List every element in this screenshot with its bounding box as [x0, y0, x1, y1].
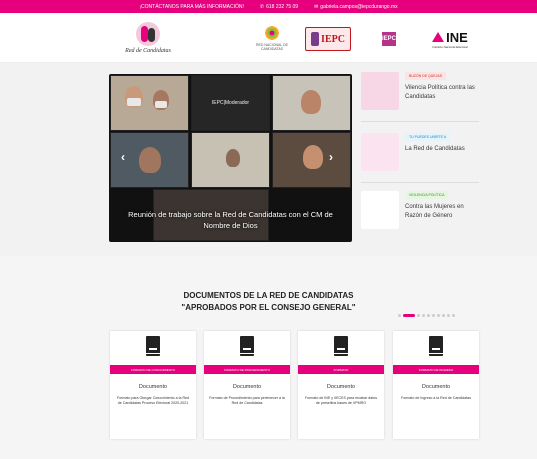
- iepc-logo[interactable]: IEPC: [305, 27, 351, 51]
- card-type[interactable]: Documento: [204, 384, 290, 390]
- chevron-right-icon[interactable]: ›: [329, 150, 333, 164]
- video-tile: [110, 75, 189, 131]
- contact-label: ¡CONTÁCTANOS PARA MÁS INFORMACIÓN!: [139, 3, 244, 10]
- news-title[interactable]: La Red de Candidatas: [405, 145, 479, 154]
- phone-icon: ✆: [259, 3, 265, 10]
- card-description: Formato para Otorgar Conocimiento a la R…: [116, 396, 190, 405]
- card-category: FORMATO DE PROCEDIMIENTO: [204, 365, 290, 374]
- news-thumbnail[interactable]: [361, 133, 399, 171]
- news-title[interactable]: Vilencia Política contra las Candidatas: [405, 84, 479, 102]
- phone-link[interactable]: ✆ 618 232 75 09: [260, 4, 298, 10]
- news-thumbnail[interactable]: [361, 72, 399, 110]
- flower-icon: [264, 24, 280, 41]
- book-icon: [240, 336, 254, 356]
- pager-dot[interactable]: [437, 314, 440, 317]
- pager-dot[interactable]: [422, 314, 425, 317]
- book-icon: [334, 336, 348, 356]
- pager-dot[interactable]: [432, 314, 435, 317]
- card-type[interactable]: Documento: [298, 384, 384, 390]
- video-tile-moderator: IEPC|Moderador: [191, 75, 270, 131]
- women-figure-icon: [136, 22, 160, 46]
- document-card[interactable]: FORMATO DE PROCEDIMIENTO Documento Forma…: [204, 331, 290, 439]
- news-title[interactable]: Contra las Mujeres en Razón de Género: [405, 203, 479, 221]
- news-item[interactable]: VIOLENCIA POLÍTICA Contra las Mujeres en…: [361, 189, 479, 241]
- emblem-icon: [311, 32, 320, 46]
- card-description: Formato de INE y IIECES para recabar dat…: [304, 396, 378, 405]
- book-icon: [146, 336, 160, 356]
- iepc-secondary-logo-text: IEPC: [382, 32, 396, 46]
- section-title-line2: "APROBADOS POR EL CONSEJO GENERAL": [181, 302, 356, 312]
- video-tile: [272, 132, 351, 188]
- pager-dot[interactable]: [452, 314, 455, 317]
- mail-icon: ✉: [314, 3, 319, 10]
- participant-face: [139, 147, 161, 173]
- email-address: gabriela.campos@iepcdurango.mx: [320, 3, 398, 10]
- top-contact-bar: ¡CONTÁCTANOS PARA MÁS INFORMACIÓN! ✆ 618 …: [0, 0, 537, 13]
- video-tile: [191, 132, 270, 188]
- card-category: FORMATO: [298, 365, 384, 374]
- pager-dot[interactable]: [427, 314, 430, 317]
- pager-dot[interactable]: [417, 314, 420, 317]
- participant-face: [303, 145, 323, 169]
- pager-dot[interactable]: [403, 314, 415, 317]
- carousel-pager[interactable]: [398, 314, 455, 317]
- logo-header: Red de Candidatas RED NACIONAL DE CANDID…: [0, 13, 537, 63]
- card-description: Formato de Ingreso a la Red de Candidata…: [401, 396, 471, 400]
- news-thumbnail[interactable]: [361, 191, 399, 229]
- card-type[interactable]: Documento: [110, 384, 196, 390]
- section-title-line1: DOCUMENTOS DE LA RED DE CANDIDATAS: [183, 291, 354, 300]
- participant-face: [301, 90, 321, 114]
- iepc-logo-text: IEPC: [321, 33, 345, 45]
- pager-dot[interactable]: [398, 314, 401, 317]
- news-tag: BUZÓN DE QUEJAS: [405, 72, 447, 80]
- face-mask: [155, 101, 167, 108]
- ine-logo-text: INE: [446, 29, 468, 45]
- document-card[interactable]: FORMATO Documento Formato de INE y IIECE…: [298, 331, 384, 439]
- card-description: Formato de Procedimiento para pertenecer…: [209, 396, 285, 405]
- document-card[interactable]: FORMATO DE CONOCIMIENTO Documento Format…: [110, 331, 196, 439]
- section-title: DOCUMENTOS DE LA RED DE CANDIDATAS "APRO…: [0, 290, 537, 313]
- iepc-secondary-logo[interactable]: IEPC: [368, 29, 410, 49]
- news-carousel[interactable]: IEPC|Moderador ‹ › Reunión de trabajo so…: [109, 74, 352, 242]
- ine-triangle-icon: [432, 32, 445, 42]
- news-item[interactable]: TU PUEDES UNIRTE A La Red de Candidatas: [361, 131, 479, 183]
- news-tag: VIOLENCIA POLÍTICA: [405, 191, 449, 199]
- email-link[interactable]: ✉ gabriela.campos@iepcdurango.mx: [314, 4, 398, 10]
- red-candidatas-logo[interactable]: Red de Candidatas: [118, 17, 178, 59]
- red-nacional-logo[interactable]: RED NACIONAL DE CANDIDATAS: [252, 19, 292, 57]
- pager-dot[interactable]: [442, 314, 445, 317]
- news-item[interactable]: BUZÓN DE QUEJAS Vilencia Política contra…: [361, 70, 479, 122]
- face-mask: [127, 98, 141, 106]
- carousel-caption[interactable]: Reunión de trabajo sobre la Red de Candi…: [119, 210, 342, 232]
- document-card[interactable]: FORMATO DE INGRESO Documento Formato de …: [393, 331, 479, 439]
- card-category: FORMATO DE CONOCIMIENTO: [110, 365, 196, 374]
- card-type[interactable]: Documento: [393, 384, 479, 390]
- red-nacional-logo-text: RED NACIONAL DE CANDIDATAS: [256, 42, 288, 51]
- phone-number: 618 232 75 09: [266, 3, 299, 10]
- card-category: FORMATO DE INGRESO: [393, 365, 479, 374]
- participant-face: [226, 149, 240, 167]
- ine-logo-subtitle: Instituto Nacional Electoral: [432, 44, 468, 49]
- moderator-label: IEPC|Moderador: [211, 100, 250, 106]
- red-candidatas-logo-text: Red de Candidatas: [125, 48, 171, 54]
- news-tag: TU PUEDES UNIRTE A: [405, 133, 451, 141]
- chevron-left-icon[interactable]: ‹: [121, 150, 125, 164]
- pager-dot[interactable]: [447, 314, 450, 317]
- video-tile: [272, 75, 351, 131]
- ine-logo[interactable]: INE Instituto Nacional Electoral: [424, 25, 476, 53]
- book-icon: [429, 336, 443, 356]
